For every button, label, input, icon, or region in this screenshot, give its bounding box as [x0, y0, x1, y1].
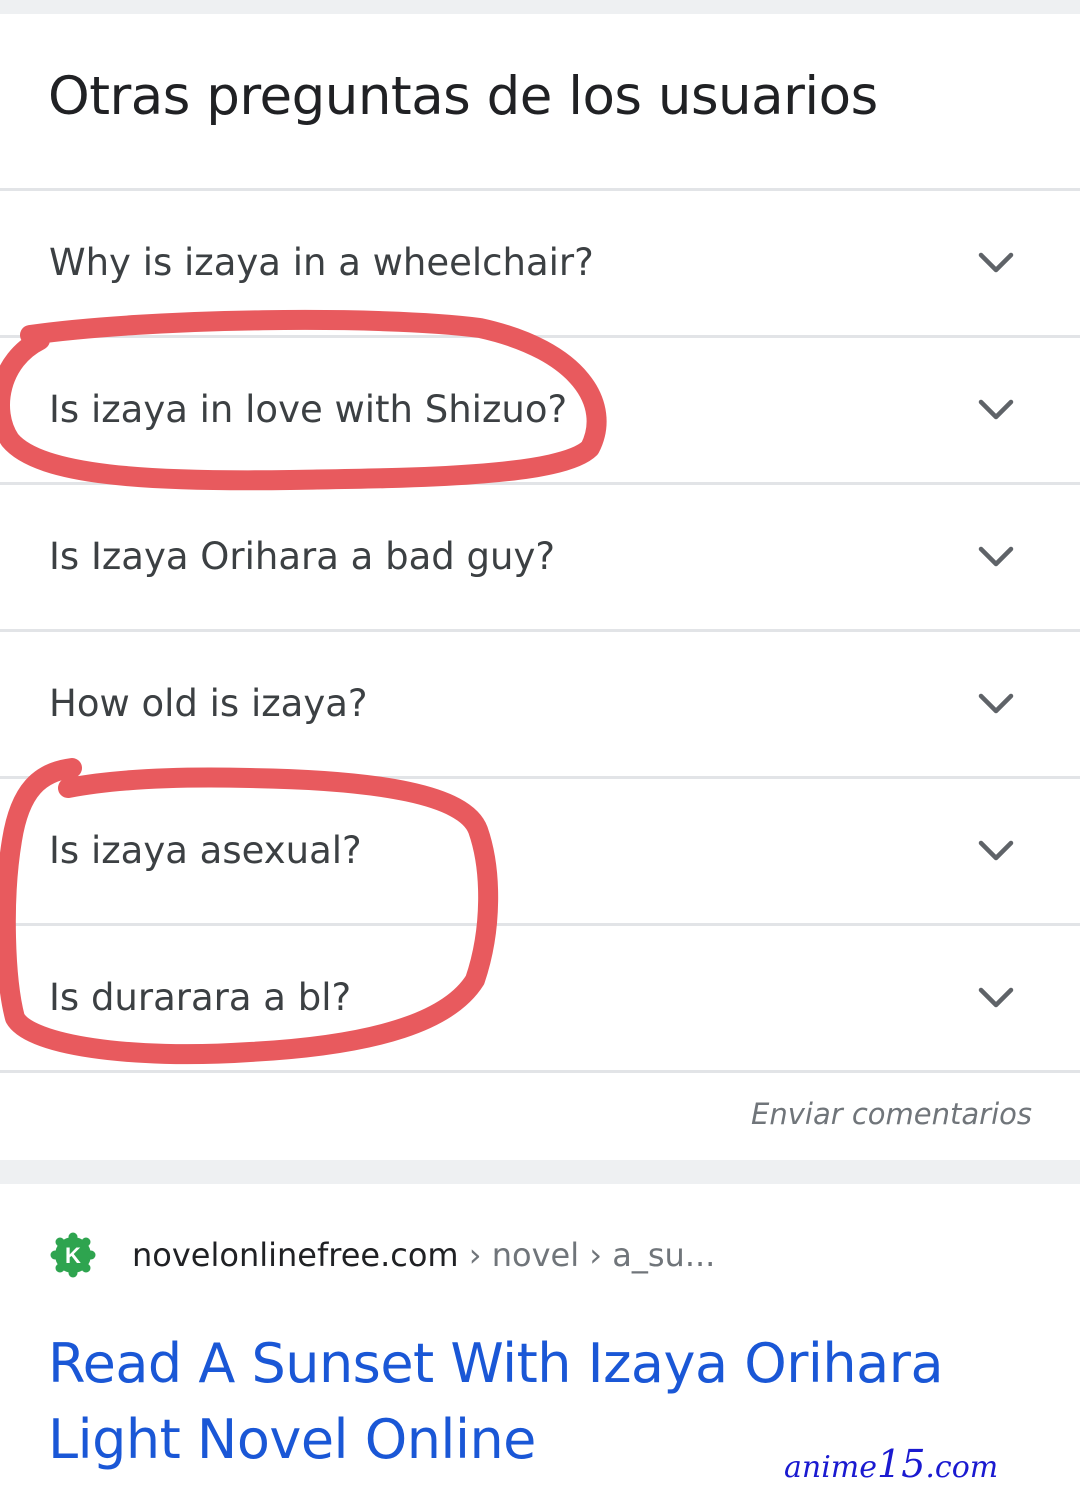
favicon-letter: K [65, 1243, 81, 1268]
list-divider [0, 1070, 1080, 1073]
question-text: Why is izaya in a wheelchair? [49, 241, 594, 284]
chevron-down-icon [978, 546, 1014, 567]
question-text: Is Izaya Orihara a bad guy? [49, 535, 555, 578]
question-text: How old is izaya? [49, 682, 368, 725]
result-domain: novelonlinefree.com [132, 1236, 459, 1274]
paa-title: Otras preguntas de los usuarios [48, 66, 878, 127]
card-separator [0, 1160, 1080, 1184]
result-path: › novel › a_su... [458, 1236, 716, 1274]
question-row[interactable]: How old is izaya? [0, 629, 1080, 775]
chevron-down-icon [978, 987, 1014, 1008]
question-row[interactable]: Is Izaya Orihara a bad guy? [0, 482, 1080, 628]
chevron-down-icon [978, 840, 1014, 861]
chevron-down-icon [978, 399, 1014, 420]
question-row[interactable]: Why is izaya in a wheelchair? [0, 188, 1080, 334]
question-row[interactable]: Is durarara a bl? [0, 923, 1080, 1069]
watermark: anime15.com [784, 1442, 998, 1486]
result-breadcrumb[interactable]: novelonlinefree.com › novel › a_su... [132, 1232, 715, 1278]
question-text: Is izaya asexual? [49, 829, 362, 872]
send-feedback-link[interactable]: Enviar comentarios [751, 1097, 1032, 1131]
watermark-suffix: .com [925, 1450, 999, 1485]
top-strip [0, 0, 1080, 14]
site-favicon-icon: K [50, 1232, 96, 1278]
watermark-number: 15 [877, 1442, 926, 1486]
question-text: Is izaya in love with Shizuo? [49, 388, 568, 431]
watermark-prefix: anime [784, 1450, 878, 1485]
question-row[interactable]: Is izaya in love with Shizuo? [0, 335, 1080, 481]
question-text: Is durarara a bl? [49, 976, 352, 1019]
chevron-down-icon [978, 252, 1014, 273]
question-row[interactable]: Is izaya asexual? [0, 776, 1080, 922]
chevron-down-icon [978, 693, 1014, 714]
